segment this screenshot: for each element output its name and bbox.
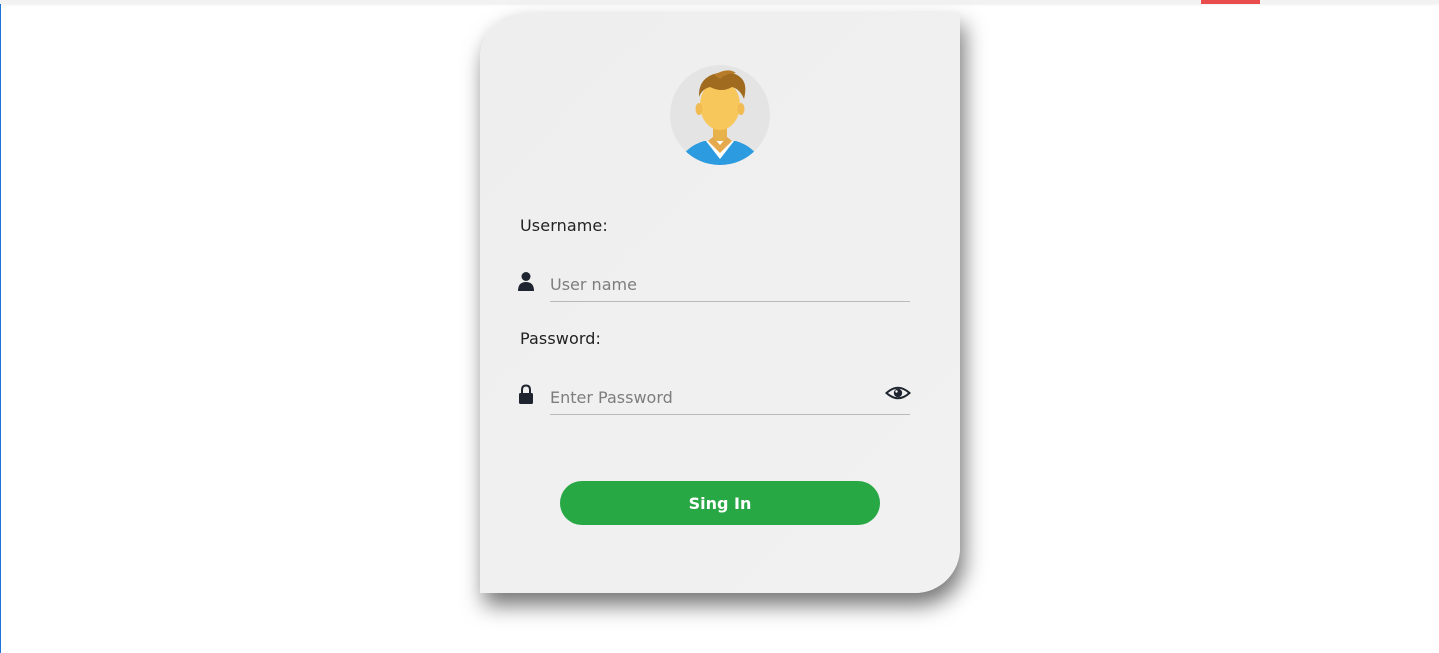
user-avatar-icon [670, 65, 770, 165]
login-card: Username: Password: Sing In [480, 13, 960, 593]
user-icon [518, 272, 534, 291]
password-input[interactable] [550, 381, 910, 415]
username-label: Username: [520, 216, 608, 235]
page: Username: Password: Sing In [0, 0, 1439, 653]
sign-in-button[interactable]: Sing In [560, 481, 880, 525]
lock-icon [519, 384, 533, 404]
window-left-edge [0, 0, 1, 653]
top-bar-accent [1201, 0, 1260, 4]
password-label: Password: [520, 329, 602, 348]
username-input[interactable] [550, 268, 910, 302]
eye-icon[interactable] [885, 384, 911, 402]
